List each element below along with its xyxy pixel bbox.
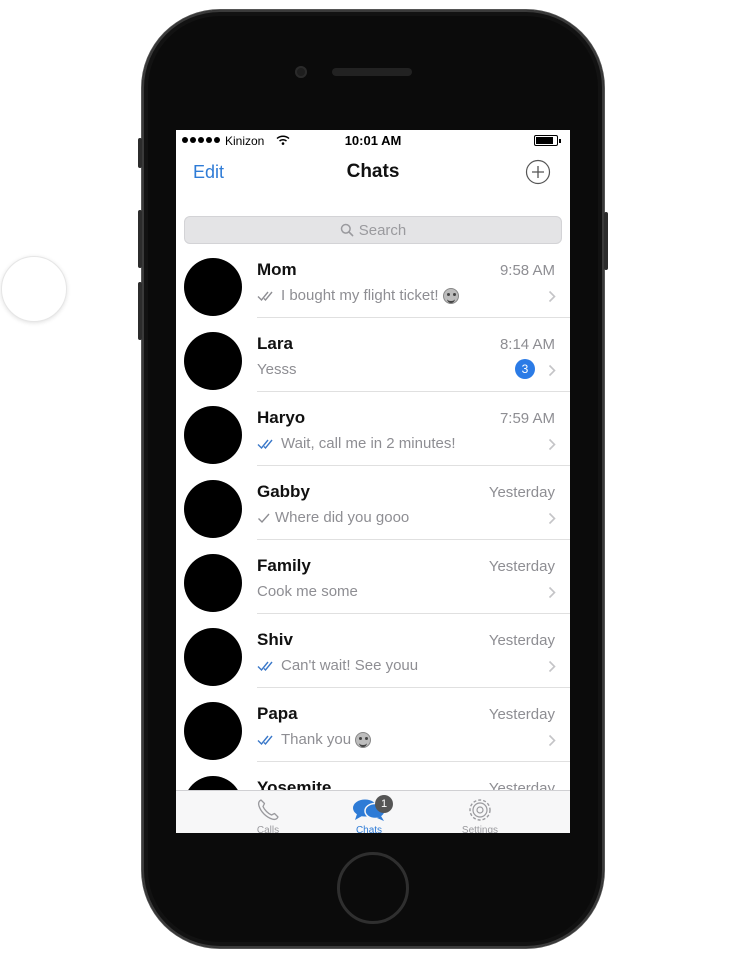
preview-text: Where did you gooo xyxy=(275,509,410,526)
message-preview: Yesss xyxy=(257,361,296,378)
avatar xyxy=(184,702,242,760)
preview-text: Cook me some xyxy=(257,583,358,600)
tab-label: Settings xyxy=(461,825,499,833)
preview-text: Can't wait! See youu xyxy=(281,657,419,674)
volume-down-button xyxy=(138,282,142,340)
battery-icon xyxy=(534,135,561,146)
message-time: Yesterday xyxy=(488,706,555,723)
avatar xyxy=(184,554,242,612)
avatar xyxy=(184,406,242,464)
contact-name: Gabby xyxy=(257,482,310,501)
message-preview: I bought my flight ticket! xyxy=(257,287,459,304)
tab-unread-badge: 1 xyxy=(375,795,393,813)
chat-row-gabby[interactable]: Gabby Yesterday Where did you gooo xyxy=(176,466,570,540)
preview-text: Thank you xyxy=(281,731,352,748)
front-camera xyxy=(295,66,307,78)
home-button[interactable] xyxy=(337,852,409,924)
power-button xyxy=(604,212,608,270)
message-preview: Can't wait! See youu xyxy=(257,657,418,674)
chat-row-haryo[interactable]: Haryo 7:59 AM Wait, call me in 2 minutes… xyxy=(176,392,570,466)
avatar xyxy=(184,628,242,686)
phone-frame: Kinizon 10:01 AM Edit Chats Search Mom 9… xyxy=(138,10,608,948)
earpiece-speaker xyxy=(332,68,412,76)
tab-chats[interactable]: 1 Chats xyxy=(329,795,409,833)
chat-row-papa[interactable]: Papa Yesterday Thank you xyxy=(176,688,570,762)
contact-name: Shiv xyxy=(257,630,293,649)
preview-text: Yesss xyxy=(257,361,297,378)
page-title: Chats xyxy=(346,161,400,182)
contact-name: Family xyxy=(257,556,311,575)
tab-calls[interactable]: Calls xyxy=(228,797,308,833)
grinning-emoji-icon xyxy=(442,287,459,304)
message-time: Yesterday xyxy=(488,484,555,501)
chevron-right-icon xyxy=(548,438,556,451)
message-preview: Thank you xyxy=(257,731,372,748)
read-receipt-icon xyxy=(257,291,273,301)
avatar xyxy=(184,332,242,390)
search-input[interactable]: Search xyxy=(184,216,562,244)
navigation-bar: Edit Chats xyxy=(176,152,570,196)
avatar xyxy=(184,480,242,538)
status-bar: Kinizon 10:01 AM xyxy=(176,130,570,152)
chat-row-lara[interactable]: Lara 8:14 AM Yesss 3 xyxy=(176,318,570,392)
sent-tick-icon xyxy=(258,513,270,523)
message-time: Yesterday xyxy=(488,632,555,649)
search-placeholder: Search xyxy=(358,221,407,239)
chat-row-family[interactable]: Family Yesterday Cook me some xyxy=(176,540,570,614)
chevron-right-icon xyxy=(548,586,556,599)
chat-row-shiv[interactable]: Shiv Yesterday Can't wait! See youu xyxy=(176,614,570,688)
app-screen: Kinizon 10:01 AM Edit Chats Search Mom 9… xyxy=(176,130,570,833)
mute-switch xyxy=(138,138,142,168)
read-receipt-icon xyxy=(257,735,273,745)
message-preview: Cook me some xyxy=(257,583,358,600)
contact-name: Lara xyxy=(257,334,293,353)
message-preview: Wait, call me in 2 minutes! xyxy=(257,435,456,452)
chevron-right-icon xyxy=(548,660,556,673)
kissing-emoji-icon xyxy=(355,731,372,748)
contact-name: Papa xyxy=(257,704,298,723)
chat-list: Mom 9:58 AM I bought my flight ticket! L… xyxy=(176,244,570,833)
search-icon xyxy=(340,223,354,237)
contact-name: Haryo xyxy=(257,408,306,427)
message-time: 9:58 AM xyxy=(499,262,555,279)
chevron-right-icon xyxy=(548,512,556,525)
status-time: 10:01 AM xyxy=(344,133,402,148)
chat-row-mom[interactable]: Mom 9:58 AM I bought my flight ticket! xyxy=(176,244,570,318)
floating-touch-indicator xyxy=(1,256,67,322)
avatar xyxy=(184,258,242,316)
message-time: Yesterday xyxy=(488,558,555,575)
chevron-right-icon xyxy=(548,364,556,377)
chevron-right-icon xyxy=(548,290,556,303)
edit-button[interactable]: Edit xyxy=(193,162,224,183)
preview-text: I bought my flight ticket! xyxy=(281,287,439,304)
preview-text: Wait, call me in 2 minutes! xyxy=(281,435,456,452)
contact-name: Mom xyxy=(257,260,297,279)
tab-label: Calls xyxy=(256,825,280,833)
volume-up-button xyxy=(138,210,142,268)
message-time: 8:14 AM xyxy=(499,336,555,353)
message-preview: Where did you gooo xyxy=(257,509,409,526)
new-chat-button[interactable] xyxy=(525,159,551,185)
unread-count-badge: 3 xyxy=(515,359,535,379)
chevron-right-icon xyxy=(548,734,556,747)
phone-icon xyxy=(257,799,279,821)
gear-icon xyxy=(469,799,491,821)
read-receipt-icon xyxy=(257,661,273,671)
message-time: 7:59 AM xyxy=(499,410,555,427)
tab-bar: Calls 1 Chats Settings xyxy=(176,790,570,833)
tab-settings[interactable]: Settings xyxy=(440,797,520,833)
read-receipt-icon xyxy=(257,439,273,449)
tab-label: Chats xyxy=(355,825,383,833)
